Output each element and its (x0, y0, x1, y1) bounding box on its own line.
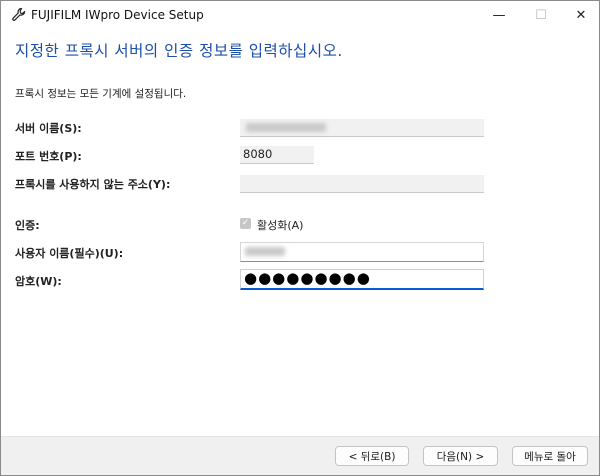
port-label: 포트 번호(P): (15, 150, 82, 163)
auth-checkbox[interactable]: ✓ (240, 218, 251, 229)
next-button[interactable]: 다음(N) > (423, 446, 498, 466)
window-title: FUJIFILM IWpro Device Setup (31, 8, 204, 22)
wrench-icon (12, 7, 26, 21)
password-label: 암호(W): (15, 275, 62, 288)
setup-window: FUJIFILM IWpro Device Setup — ☐ ✕ 지정한 프록… (0, 0, 600, 476)
title-bar: FUJIFILM IWpro Device Setup — ☐ ✕ (1, 1, 599, 29)
no-proxy-label: 프록시를 사용하지 않는 주소(Y): (15, 178, 171, 191)
port-field[interactable]: 8080 (240, 146, 314, 164)
maximize-button[interactable]: ☐ (519, 1, 563, 29)
port-value: 8080 (243, 147, 273, 161)
auth-checkbox-label[interactable]: 활성화(A) (257, 217, 303, 233)
no-proxy-field[interactable] (240, 175, 484, 193)
page-heading: 지정한 프록시 서버의 인증 정보를 입력하십시오. (15, 42, 343, 60)
password-field[interactable]: ●●●●●●●●● (240, 269, 484, 290)
redacted-value (246, 123, 326, 132)
password-mask: ●●●●●●●●● (244, 269, 371, 287)
back-to-menu-button[interactable]: 메뉴로 돌아 (512, 446, 588, 466)
minimize-button[interactable]: — (477, 1, 521, 29)
username-field[interactable] (240, 242, 484, 262)
username-label: 사용자 이름(필수)(U): (15, 247, 124, 260)
back-button[interactable]: < 뒤로(B) (335, 446, 409, 466)
server-name-field[interactable] (240, 119, 484, 137)
close-button[interactable]: ✕ (559, 1, 599, 29)
page-description: 프록시 정보는 모든 기계에 설정됩니다. (15, 88, 187, 100)
auth-label: 인증: (15, 219, 40, 232)
footer-bar: < 뒤로(B) 다음(N) > 메뉴로 돌아 (1, 436, 599, 475)
redacted-value (245, 247, 285, 256)
server-name-label: 서버 이름(S): (15, 122, 82, 135)
